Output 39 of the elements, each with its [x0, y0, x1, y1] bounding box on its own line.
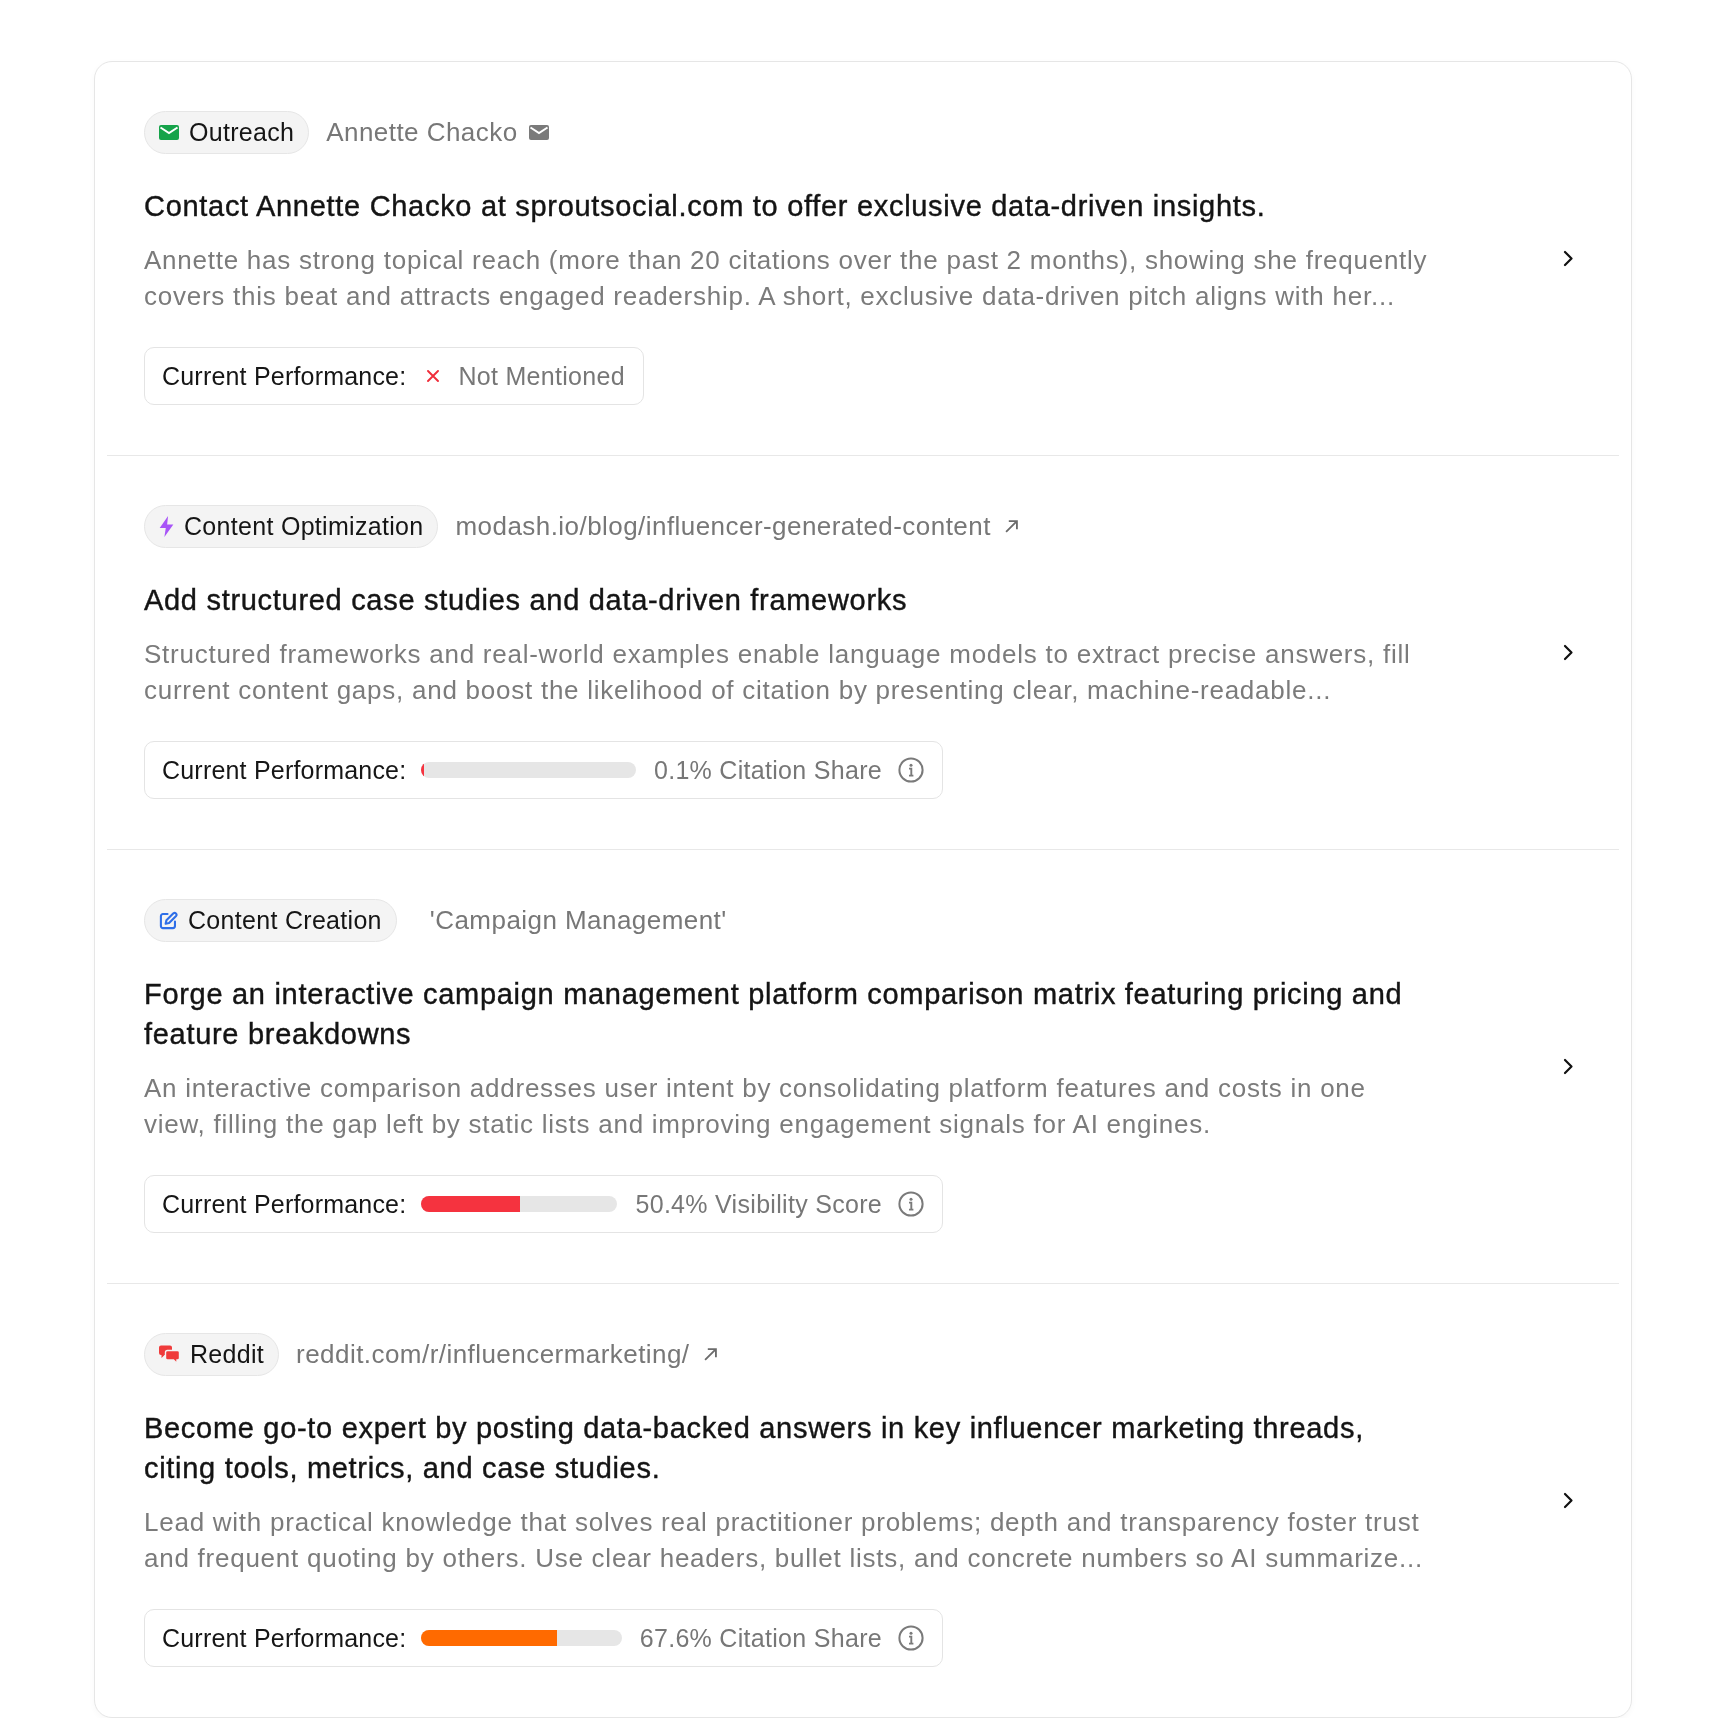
- info-icon[interactable]: [898, 1625, 924, 1651]
- keyword-text: 'Campaign Management': [429, 905, 727, 936]
- speech-bubbles-icon: [159, 1345, 180, 1364]
- arrow-up-right-icon: [1004, 520, 1018, 533]
- chevron-right-icon[interactable]: [1563, 1057, 1574, 1075]
- recommendation-title: Contact Annette Chacko at sproutsocial.com to offer exclusive data-driven insights.: [144, 189, 1267, 224]
- performance-label: Current Performance:: [162, 361, 407, 391]
- status-text: Not Mentioned: [458, 361, 625, 391]
- performance-label: Current Performance:: [162, 755, 407, 785]
- recommendation-description: Structured frameworks and real-world examples enable language models to extract precise answers, fill current content gaps, and boost the likelihood of citation by presenting clear, machine-readable...: [144, 638, 1412, 707]
- recommendation-description: An interactive comparison addresses user intent by consolidating platform features and costs in one view, filling the gap left by static lists and improving engagement signals for AI engines.: [144, 1072, 1367, 1141]
- recommendation-description: Annette has strong topical reach (more than 20 citations over the past 2 months), showing she frequently covers this beat and attracts engaged readership. A short, exclusive data-driven pitch aligns with her...: [144, 244, 1429, 313]
- info-icon[interactable]: [898, 757, 924, 783]
- performance-label: Current Performance:: [162, 1623, 407, 1653]
- category-label: Outreach: [189, 118, 295, 147]
- performance-reading: 67.6% Citation Share: [639, 1623, 882, 1653]
- performance-reading: 0.1% Citation Share: [653, 755, 882, 785]
- arrow-up-right-icon: [703, 1348, 717, 1361]
- source-link[interactable]: modash.io/blog/influencer-generated-content: [455, 511, 1018, 542]
- lightning-icon: [159, 516, 174, 537]
- envelope-icon[interactable]: [528, 125, 549, 140]
- contact-name: Annette Chacko: [326, 117, 518, 148]
- info-icon[interactable]: [898, 1191, 924, 1217]
- chevron-right-icon[interactable]: [1563, 249, 1574, 267]
- performance-label: Current Performance:: [162, 1189, 407, 1219]
- category-label: Reddit: [190, 1340, 265, 1369]
- performance-reading: 50.4% Visibility Score: [635, 1189, 882, 1219]
- recommendation-title: Forge an interactive campaign management platform comparison matrix featuring pricing and feature breakdowns: [144, 977, 1404, 1052]
- source-link[interactable]: reddit.com/r/influencermarketing/: [296, 1339, 717, 1370]
- cross-icon: [427, 370, 440, 382]
- category-label: Content Creation: [188, 906, 382, 935]
- pencil-square-icon: [159, 911, 178, 930]
- envelope-icon: [159, 125, 179, 140]
- recommendation-title: Add structured case studies and data-driven frameworks: [144, 583, 909, 618]
- category-label: Content Optimization: [184, 512, 424, 541]
- recommendation-title: Become go-to expert by posting data-backed answers in key influencer marketing threads, citing tools, metrics, and case studies.: [144, 1411, 1365, 1486]
- recommendation-description: Lead with practical knowledge that solves real practitioner problems; depth and transparency foster trust and frequent quoting by others. Use clear headers, bullet lists, and concrete numbers so AI summarize...: [144, 1506, 1424, 1575]
- chevron-right-icon[interactable]: [1563, 1491, 1574, 1509]
- chevron-right-icon[interactable]: [1563, 643, 1574, 661]
